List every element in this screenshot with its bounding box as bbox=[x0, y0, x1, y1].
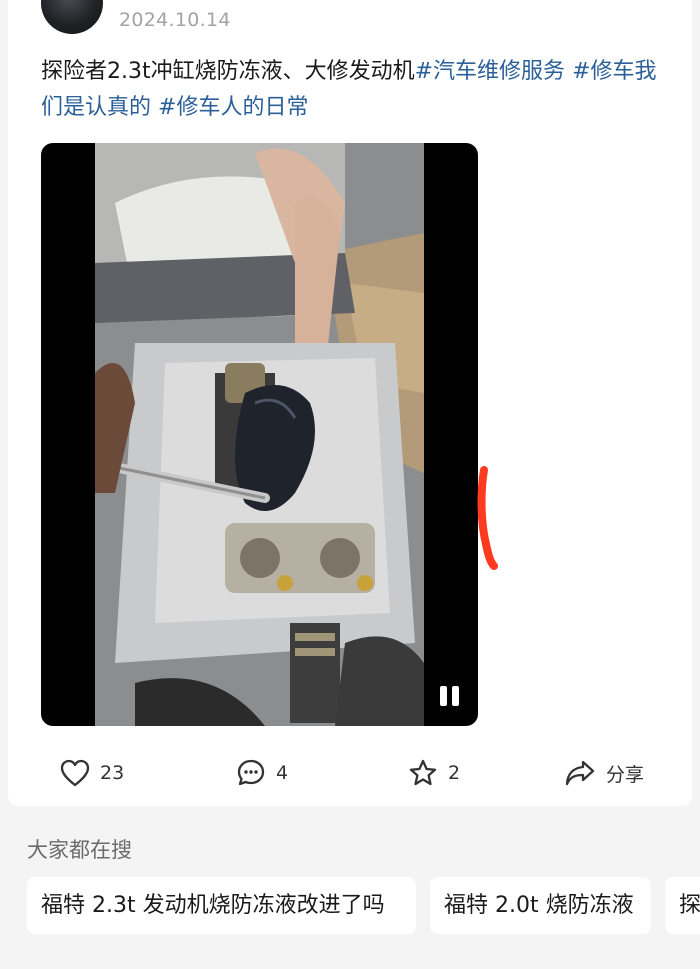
comment-count: 4 bbox=[276, 762, 289, 784]
pause-button[interactable] bbox=[438, 684, 462, 708]
post-card: 2024.10.14 探险者2.3t冲缸烧防冻液、大修发动机#汽车维修服务 #修… bbox=[8, 0, 692, 806]
avatar[interactable] bbox=[41, 0, 103, 34]
heart-icon bbox=[60, 759, 90, 787]
search-suggestion-chip[interactable]: 探 bbox=[665, 877, 700, 934]
like-button[interactable]: 23 bbox=[60, 756, 124, 790]
star-icon bbox=[409, 759, 437, 786]
like-count: 23 bbox=[100, 762, 125, 784]
pause-icon bbox=[440, 686, 447, 706]
hashtag-car-repair-service[interactable]: #汽车维修服务 bbox=[415, 59, 565, 84]
comment-button[interactable]: 4 bbox=[236, 756, 288, 790]
share-label: 分享 bbox=[606, 763, 645, 786]
video-player[interactable] bbox=[41, 143, 478, 726]
red-annotation-stroke bbox=[477, 466, 498, 570]
search-suggestions-heading: 大家都在搜 bbox=[27, 838, 132, 862]
search-suggestion-chip[interactable]: 福特 2.0t 烧防冻液 bbox=[430, 877, 651, 934]
share-icon bbox=[565, 760, 595, 786]
favorite-count: 2 bbox=[448, 762, 461, 784]
post-text: 探险者2.3t冲缸烧防冻液、大修发动机#汽车维修服务 #修车我们是认真的 #修车… bbox=[41, 54, 666, 126]
post-date: 2024.10.14 bbox=[119, 9, 231, 31]
hashtag-repairman-daily[interactable]: #修车人的日常 bbox=[158, 95, 308, 120]
video-frame bbox=[95, 143, 424, 726]
search-suggestion-chip[interactable]: 福特 2.3t 发动机烧防冻液改进了吗 bbox=[27, 877, 416, 934]
comment-icon bbox=[237, 759, 265, 786]
post-body: 探险者2.3t冲缸烧防冻液、大修发动机 bbox=[41, 59, 415, 84]
share-button[interactable]: 分享 bbox=[564, 756, 644, 790]
action-bar: 23 4 2 分享 bbox=[8, 748, 692, 798]
favorite-button[interactable]: 2 bbox=[408, 756, 460, 790]
